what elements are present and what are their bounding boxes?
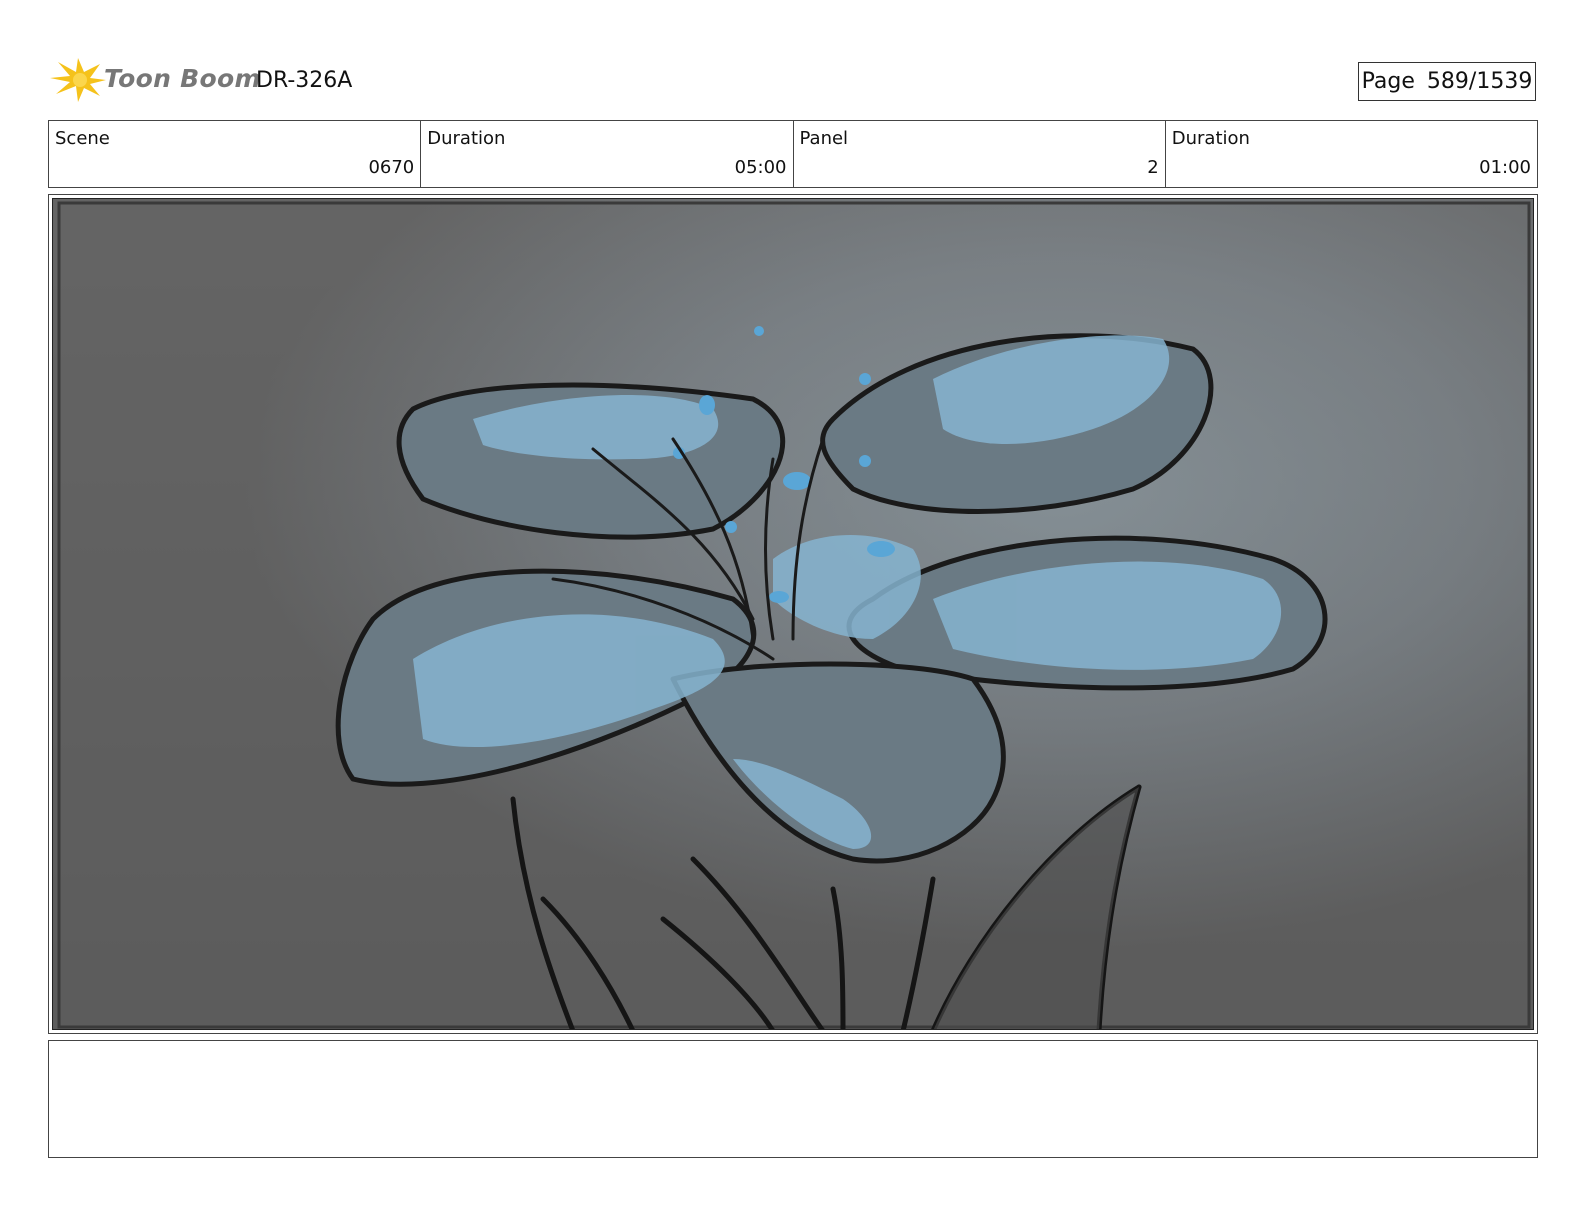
scene-duration-label: Duration bbox=[427, 128, 506, 149]
notes-box bbox=[48, 1040, 1538, 1158]
scene-label: Scene bbox=[55, 128, 110, 149]
panel-cell: Panel 2 bbox=[794, 121, 1166, 187]
logo-wordmark: Toon Boom bbox=[104, 64, 261, 93]
flower-sketch-image bbox=[53, 199, 1533, 1029]
panel-duration-value: 01:00 bbox=[1479, 157, 1531, 178]
panel-value: 2 bbox=[1147, 157, 1159, 178]
scene-value: 0670 bbox=[368, 157, 415, 178]
page-number: 589/1539 bbox=[1426, 69, 1533, 94]
scene-info-table: Scene 0670 Duration 05:00 Panel 2 Durati… bbox=[48, 120, 1538, 188]
scene-duration-cell: Duration 05:00 bbox=[421, 121, 794, 187]
page-label: Page bbox=[1361, 69, 1415, 94]
scene-duration-value: 05:00 bbox=[734, 157, 787, 178]
page-indicator: Page 589/1539 bbox=[1358, 62, 1536, 101]
panel-label: Panel bbox=[799, 128, 849, 149]
panel-duration-cell: Duration 01:00 bbox=[1166, 121, 1537, 187]
storyboard-frame bbox=[52, 198, 1534, 1030]
document-id: DR-326A bbox=[256, 68, 353, 93]
panel-duration-label: Duration bbox=[1171, 128, 1250, 149]
scene-cell: Scene 0670 bbox=[49, 121, 422, 187]
